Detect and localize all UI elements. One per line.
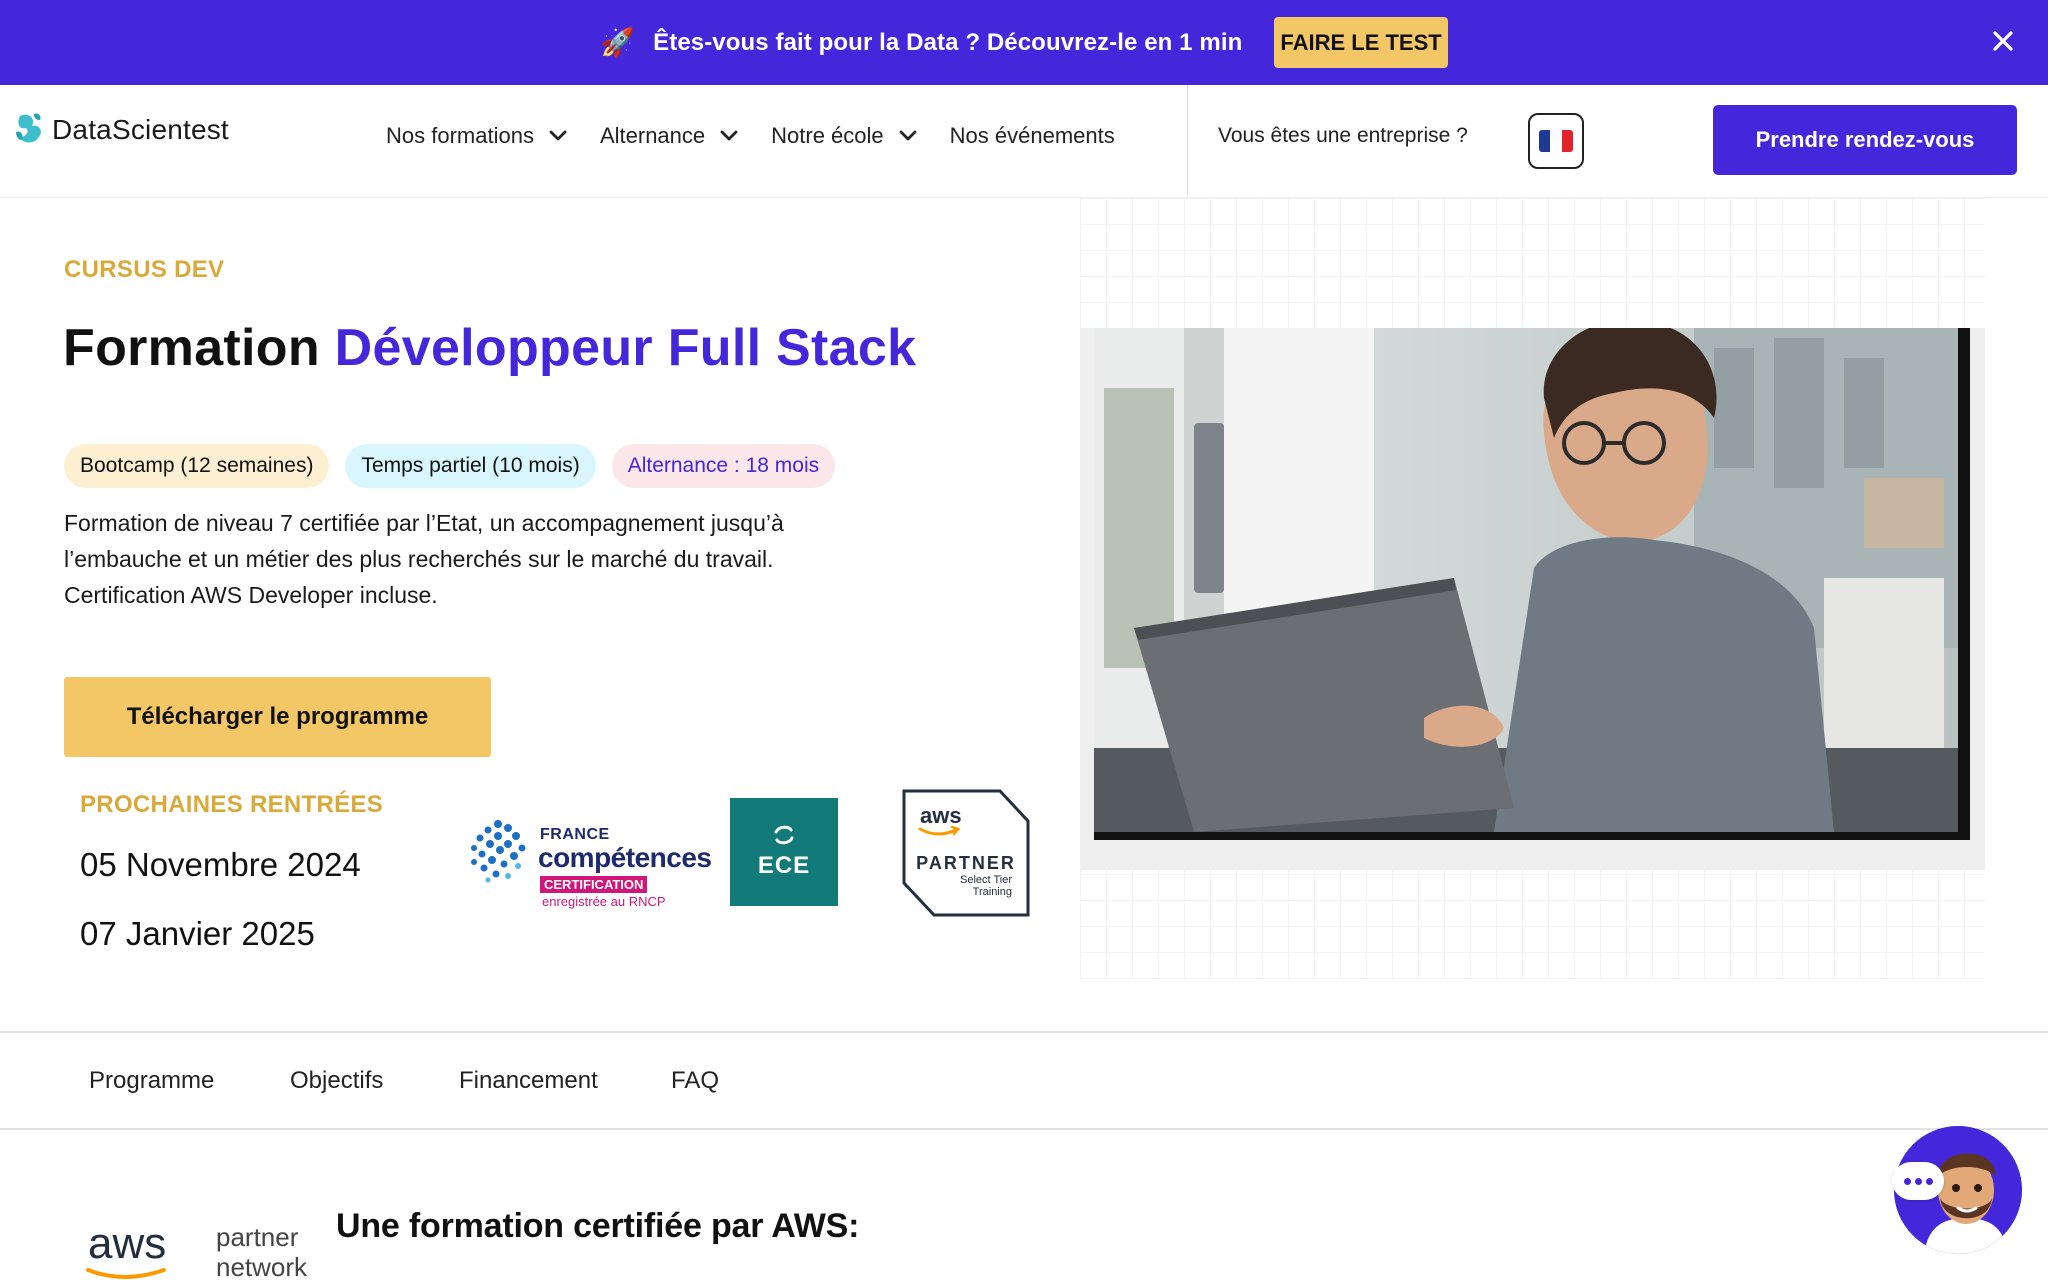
tab-financement[interactable]: Financement xyxy=(459,1067,598,1095)
tab-programme[interactable]: Programme xyxy=(89,1067,214,1095)
page-title: Formation Développeur Full Stack xyxy=(63,318,916,378)
title-prefix: Formation xyxy=(63,319,320,377)
intake-date: 05 Novembre 2024 xyxy=(80,846,361,883)
nav-item-alternance[interactable]: Alternance xyxy=(600,123,739,149)
chat-typing-icon[interactable] xyxy=(1892,1162,1944,1200)
hero-photo xyxy=(1094,328,1970,840)
close-icon[interactable] xyxy=(1986,24,2020,58)
nav-item-label: Nos événements xyxy=(949,123,1115,148)
datascientest-logo-icon xyxy=(16,113,41,143)
aws-section-heading: Une formation certifiée par AWS: xyxy=(336,1207,860,1245)
hero-description: Formation de niveau 7 certifiée par l’Et… xyxy=(64,510,784,608)
chevron-down-icon xyxy=(720,130,738,141)
aws-partner-badge: aws PARTNER Select Tier Training xyxy=(902,789,1030,917)
intake-date: 07 Janvier 2025 xyxy=(80,915,315,952)
aws-network-word: network xyxy=(216,1252,308,1280)
nav-item-label: Notre école xyxy=(771,123,884,148)
chevron-down-icon xyxy=(549,130,567,141)
take-test-button[interactable]: FAIRE LE TEST xyxy=(1274,17,1448,68)
fc-line-2: compétences xyxy=(538,842,712,873)
aws-badge-top: aws xyxy=(920,803,962,828)
ece-logo: ECE xyxy=(730,798,838,906)
nav-item-formations[interactable]: Nos formations xyxy=(386,123,568,149)
france-competences-logo: FRANCE compétences CERTIFICATION enregis… xyxy=(468,814,712,914)
format-tags: Bootcamp (12 semaines) Temps partiel (10… xyxy=(64,444,851,488)
nav-item-label: Nos formations xyxy=(386,123,534,148)
nav-menu: Nos formations Alternance Notre école No… xyxy=(386,123,1147,149)
chevron-down-icon xyxy=(899,130,917,141)
fc-line-3: enregistrée au RNCP xyxy=(542,894,666,909)
french-flag-icon xyxy=(1539,130,1573,152)
tag-bootcamp: Bootcamp (12 semaines) xyxy=(64,444,330,488)
tab-faq[interactable]: FAQ xyxy=(671,1067,719,1095)
student-laptop-illustration xyxy=(1094,328,1958,832)
brand-name: DataScientest xyxy=(52,114,229,145)
next-intakes-label: PROCHAINES RENTRÉES xyxy=(80,791,384,818)
promo-banner: 🚀 Êtes-vous fait pour la Data ? Découvre… xyxy=(0,0,2048,85)
language-selector[interactable] xyxy=(1528,113,1584,169)
aws-badge-middle: PARTNER xyxy=(916,853,1016,873)
brand-logo[interactable]: DataScientest xyxy=(14,110,229,150)
aws-partner-word: partner xyxy=(216,1222,299,1252)
nav-divider xyxy=(1187,85,1188,195)
nav-item-notre-ecole[interactable]: Notre école xyxy=(771,123,918,149)
nav-item-evenements[interactable]: Nos événements xyxy=(950,123,1115,149)
rocket-icon: 🚀 xyxy=(600,27,636,58)
ece-text: ECE xyxy=(757,852,811,879)
fc-badge: CERTIFICATION xyxy=(540,876,648,893)
book-appointment-button[interactable]: Prendre rendez-vous xyxy=(1713,105,2017,175)
promo-text: Êtes-vous fait pour la Data ? Découvrez-… xyxy=(653,28,1243,56)
hero-eyebrow: CURSUS DEV xyxy=(64,256,225,283)
title-accent: Développeur Full Stack xyxy=(334,319,917,377)
aws-wordmark: aws xyxy=(88,1219,166,1268)
tag-alternance: Alternance : 18 mois xyxy=(611,444,836,488)
aws-partner-network-logo: aws partner network xyxy=(86,1219,308,1280)
tab-objectifs[interactable]: Objectifs xyxy=(290,1067,383,1095)
france-competences-dots-icon xyxy=(471,820,526,883)
ece-symbol-icon xyxy=(774,825,794,845)
section-tabs: Programme Objectifs Financement FAQ xyxy=(0,1031,2048,1130)
aws-badge-bottom-2: Training xyxy=(973,886,1012,898)
tag-part-time: Temps partiel (10 mois) xyxy=(345,444,596,488)
download-program-button[interactable]: Télécharger le programme xyxy=(64,677,491,757)
enterprise-link[interactable]: Vous êtes une entreprise ? xyxy=(1218,124,1468,148)
main-nav: DataScientest Nos formations Alternance … xyxy=(0,85,2048,198)
aws-badge-bottom-1: Select Tier xyxy=(960,874,1012,886)
nav-item-label: Alternance xyxy=(599,123,706,148)
